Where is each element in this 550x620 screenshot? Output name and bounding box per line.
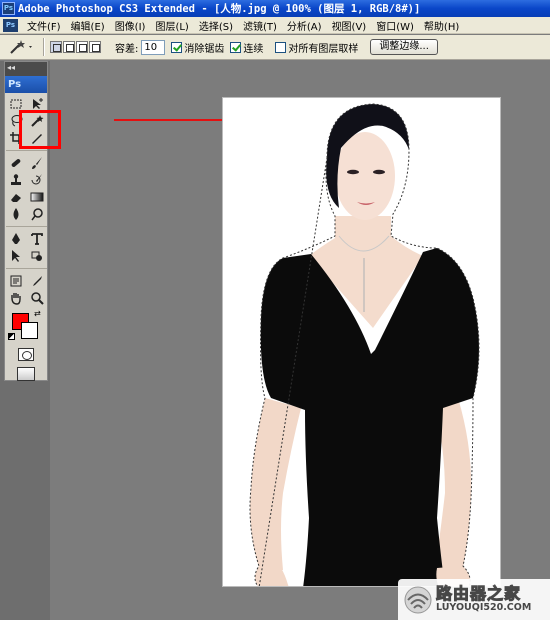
swap-colors-icon[interactable]: ⇄ xyxy=(34,309,41,318)
antialias-option[interactable]: 消除锯齿 xyxy=(171,40,224,55)
menu-filter[interactable]: 滤镜(T) xyxy=(238,18,282,33)
photoshop-app-icon: Ps xyxy=(2,2,15,15)
menu-analysis[interactable]: 分析(A) xyxy=(282,18,327,33)
dodge-tool-icon[interactable] xyxy=(27,206,46,221)
window-title: Adobe Photoshop CS3 Extended - [人物.jpg @… xyxy=(18,3,421,15)
eyedropper-tool-icon[interactable] xyxy=(27,273,46,288)
magic-wand-highlight-box xyxy=(19,110,61,149)
menu-help[interactable]: 帮助(H) xyxy=(419,18,464,33)
contiguous-label: 连续 xyxy=(243,43,264,55)
intersect-selection-mode-icon[interactable] xyxy=(89,41,101,53)
tools-panel: ◂◂ Ps ⇄ xyxy=(4,61,48,381)
history-brush-tool-icon[interactable] xyxy=(27,172,46,187)
default-colors-icon[interactable] xyxy=(8,333,15,340)
photoshop-menu-icon[interactable]: Ps xyxy=(3,18,18,32)
menu-window[interactable]: 窗口(W) xyxy=(371,18,419,33)
magic-wand-icon xyxy=(10,40,32,54)
hand-tool-icon[interactable] xyxy=(6,290,25,305)
sample-all-layers-option[interactable]: 对所有图层取样 xyxy=(275,40,358,55)
refine-edge-button[interactable]: 调整边缘... xyxy=(370,39,438,55)
sample-all-layers-checkbox[interactable] xyxy=(275,41,287,53)
move-tool-icon[interactable] xyxy=(27,96,46,111)
add-to-selection-mode-icon[interactable] xyxy=(63,41,75,53)
path-selection-tool-icon[interactable] xyxy=(6,248,25,263)
antialias-checkbox[interactable] xyxy=(171,41,183,53)
tools-panel-collapse[interactable]: ◂◂ xyxy=(5,62,47,76)
subtract-from-selection-mode-icon[interactable] xyxy=(76,41,88,53)
photoshop-logo: Ps xyxy=(5,76,47,93)
eraser-tool-icon[interactable] xyxy=(6,189,25,204)
contiguous-option[interactable]: 连续 xyxy=(230,40,263,55)
contiguous-checkbox[interactable] xyxy=(230,41,242,53)
pen-tool-icon[interactable] xyxy=(6,231,25,246)
menu-image[interactable]: 图像(I) xyxy=(110,18,151,33)
menu-view[interactable]: 视图(V) xyxy=(327,18,372,33)
menu-file[interactable]: 文件(F) xyxy=(22,18,66,33)
zoom-tool-icon[interactable] xyxy=(27,290,46,305)
tool-preset-picker[interactable] xyxy=(6,37,38,57)
selection-mode-group xyxy=(50,41,101,53)
menu-layer[interactable]: 图层(L) xyxy=(150,18,193,33)
sample-all-layers-label: 对所有图层取样 xyxy=(288,43,359,55)
clone-stamp-tool-icon[interactable] xyxy=(6,172,25,187)
background-color-swatch[interactable] xyxy=(21,322,38,339)
router-logo-icon xyxy=(404,586,432,614)
healing-brush-tool-icon[interactable] xyxy=(6,155,25,170)
tool-options-bar: 容差: 10 消除锯齿 连续 对所有图层取样 调整边缘... xyxy=(0,35,550,60)
new-selection-mode-icon[interactable] xyxy=(50,41,62,53)
menu-edit[interactable]: 编辑(E) xyxy=(66,18,110,33)
watermark-url: LUYOUQI520.COM xyxy=(436,602,532,613)
antialias-label: 消除锯齿 xyxy=(184,43,225,55)
window-titlebar: Ps Adobe Photoshop CS3 Extended - [人物.jp… xyxy=(0,0,550,17)
gradient-tool-icon[interactable] xyxy=(27,189,46,204)
watermark-title: 路由器之家 xyxy=(435,584,522,604)
blur-tool-icon[interactable] xyxy=(6,206,25,221)
brush-tool-icon[interactable] xyxy=(27,155,46,170)
quick-mask-icon[interactable] xyxy=(18,348,34,361)
options-separator xyxy=(43,38,45,56)
type-tool-icon[interactable] xyxy=(27,231,46,246)
notes-tool-icon[interactable] xyxy=(6,273,25,288)
screen-mode-icon[interactable] xyxy=(17,367,35,381)
menu-bar: Ps 文件(F) 编辑(E) 图像(I) 图层(L) 选择(S) 滤镜(T) 分… xyxy=(0,17,550,34)
marquee-tool-icon[interactable] xyxy=(6,96,25,111)
menu-select[interactable]: 选择(S) xyxy=(194,18,238,33)
shape-tool-icon[interactable] xyxy=(27,248,46,263)
tolerance-input[interactable]: 10 xyxy=(141,39,166,55)
site-watermark: 路由器之家 LUYOUQI520.COM xyxy=(398,579,550,620)
portrait-image xyxy=(249,103,480,586)
tolerance-label: 容差: xyxy=(115,43,139,55)
document-canvas[interactable] xyxy=(222,97,501,587)
color-swatches: ⇄ xyxy=(7,309,47,343)
